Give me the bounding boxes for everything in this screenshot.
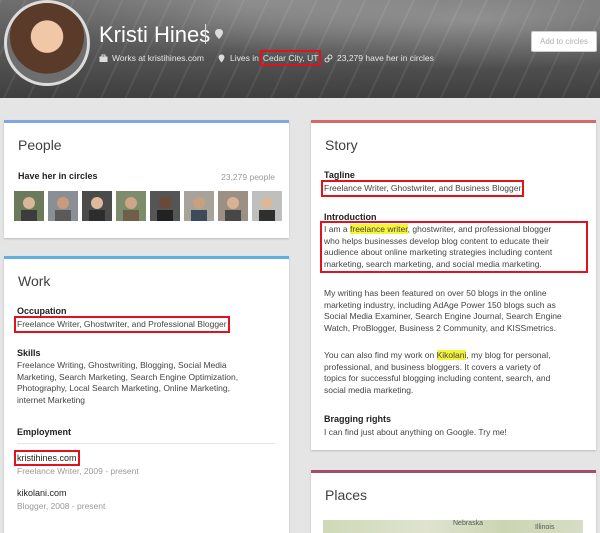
person-avatar[interactable]	[14, 191, 44, 221]
skills-line: Marketing, Search Marketing, Search Engi…	[17, 371, 239, 382]
story-paragraph-line: topics for successful blogging including…	[324, 373, 551, 383]
tagline-label: Tagline	[324, 170, 355, 180]
person-avatar[interactable]	[48, 191, 78, 221]
intro-line: audience about online marketing strategi…	[324, 247, 553, 257]
intro-line: marketing, search marketing, and social …	[324, 258, 542, 269]
skills-line: Freelance Writing, Ghostwriting, Bloggin…	[17, 360, 227, 370]
intro-line: who helps businesses develop blog conten…	[324, 235, 549, 246]
person-avatar[interactable]	[252, 191, 282, 221]
person-avatar[interactable]	[150, 191, 180, 221]
occupation-label: Occupation	[17, 306, 67, 316]
employment-label: Employment	[17, 427, 72, 437]
work-card: Work Occupation Freelance Writer, Ghostw…	[4, 256, 289, 533]
places-title: Places	[325, 487, 368, 503]
people-count[interactable]: 23,279 people	[221, 172, 275, 183]
person-avatar[interactable]	[82, 191, 112, 221]
works-at: Works at kristihines.com	[99, 53, 204, 63]
kikolani-link[interactable]: Kikolani	[436, 350, 467, 360]
add-to-circles-button[interactable]: Add to circles	[531, 31, 597, 52]
skills-line: internet Marketing	[17, 394, 86, 405]
intro-label: Introduction	[324, 212, 377, 222]
pronunciation-icon[interactable]	[215, 29, 223, 39]
person-avatar[interactable]	[184, 191, 214, 221]
briefcase-icon	[99, 54, 108, 62]
map-label: Illinois	[535, 524, 555, 531]
occupation-value: Freelance Writer, Ghostwriter, and Profe…	[14, 315, 230, 334]
employer-detail: Blogger, 2008 - present	[17, 501, 106, 511]
employer-name[interactable]: kikolani.com	[17, 488, 67, 498]
story-card: Story Tagline Freelance Writer, Ghostwri…	[311, 120, 596, 450]
bragging-value: I can find just about anything on Google…	[324, 427, 507, 437]
work-title: Work	[18, 273, 51, 289]
story-paragraph-line: marketing industry, including AdAge Powe…	[324, 299, 556, 310]
tagline-value: Freelance Writer, Ghostwriter, and Busin…	[320, 179, 525, 198]
story-title: Story	[325, 137, 358, 153]
location-icon	[218, 54, 225, 62]
story-paragraph-line: My writing has been featured on over 50 …	[324, 288, 547, 298]
person-avatar[interactable]	[116, 191, 146, 221]
map-label: Nebraska	[453, 520, 483, 527]
bragging-label: Bragging rights	[324, 414, 391, 424]
people-title: People	[18, 137, 62, 153]
story-paragraph-line: social media marketing.	[324, 384, 414, 395]
story-paragraph-line: You can also find my work on Kikolani, m…	[324, 350, 551, 360]
skills-line: Photography, Local Search Marketing, Onl…	[17, 383, 230, 393]
lives-city[interactable]: Cedar City, UT	[259, 50, 322, 66]
link-icon	[324, 54, 333, 62]
employer-detail: Freelance Writer, 2009 - present	[17, 466, 139, 476]
freelance-writer-link[interactable]: freelance writer	[350, 224, 408, 234]
people-faces	[14, 191, 282, 221]
places-map[interactable]: Nebraska Illinois	[323, 520, 583, 533]
story-paragraph-line: Watch, ProBlogger, Business 2 Community,…	[324, 322, 556, 333]
person-avatar[interactable]	[218, 191, 248, 221]
story-paragraph-line: Social Media Examiner, Search Engine Jou…	[324, 311, 562, 321]
avatar[interactable]	[4, 0, 90, 86]
story-paragraph-line: professional, and business bloggers. It …	[324, 361, 541, 372]
skills-label: Skills	[17, 348, 41, 358]
followers[interactable]: 23,279 have her in circles	[324, 53, 434, 63]
people-subtitle: Have her in circles	[18, 171, 98, 181]
intro-line: I am a freelance writer, ghostwriter, an…	[324, 224, 552, 234]
profile-name: Kristi Hines	[99, 22, 211, 47]
cover-photo: Kristi Hines Works at kristihines.com Li…	[0, 0, 600, 98]
lives-in: Lives in Cedar City, UT	[217, 50, 322, 66]
employer-name[interactable]: kristihines.com	[14, 450, 80, 466]
